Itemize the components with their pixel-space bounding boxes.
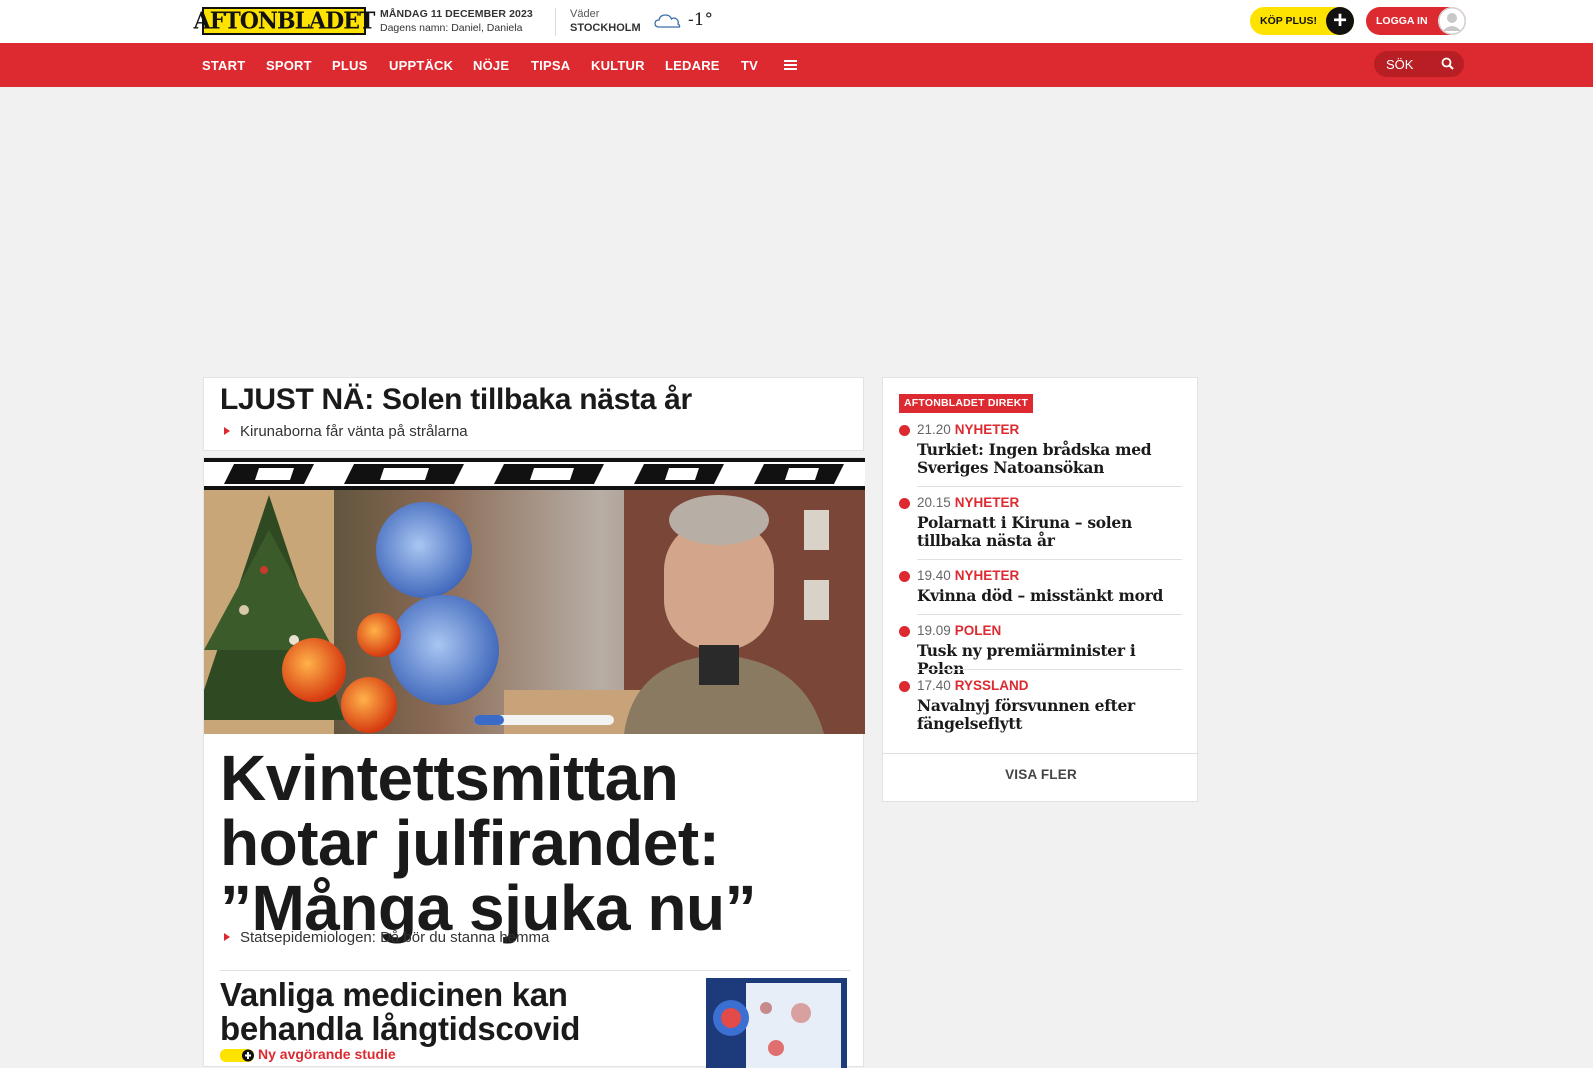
divider xyxy=(555,8,556,36)
second-story-tag-text: Ny avgörande studie xyxy=(258,1046,396,1062)
second-headline[interactable]: Vanliga medicinen kan behandla långtidsc… xyxy=(220,978,680,1046)
feed-category[interactable]: NYHETER xyxy=(955,568,1020,583)
second-story-image[interactable] xyxy=(706,978,847,1068)
top-bar: AFTONBLADET MÅNDAG 11 DECEMBER 2023 Dage… xyxy=(0,0,1593,43)
main-headline[interactable]: Kvintettsmittan hotar julfirandet: ”Mång… xyxy=(220,746,850,941)
weather-widget[interactable]: Väder STOCKHOLM xyxy=(570,8,641,34)
teaser-title[interactable]: LJUST NÄ: Solen tillbaka nästa år xyxy=(220,383,692,417)
login-button[interactable]: LOGGA IN xyxy=(1366,7,1466,35)
main-story-card[interactable]: Kvintettsmittan hotar julfirandet: ”Mång… xyxy=(203,457,865,1068)
feed-headline[interactable]: Navalnyj försvunnen efter fängelseflytt xyxy=(917,697,1179,733)
logo-text: AFTONBLADET xyxy=(193,7,376,35)
extra-banner-graphic xyxy=(204,458,865,490)
hero-image-graphic xyxy=(204,490,865,734)
feed-time: 21.20 xyxy=(917,422,951,437)
weather-city: STOCKHOLM xyxy=(570,22,641,34)
bullet-arrow-icon xyxy=(224,427,230,435)
plus-badge-icon xyxy=(220,1049,254,1062)
nav-noje[interactable]: NÖJE xyxy=(473,58,509,73)
nav-sport[interactable]: SPORT xyxy=(266,58,312,73)
nav-upptack[interactable]: UPPTÄCK xyxy=(389,58,453,73)
teaser-sub[interactable]: Kirunaborna får vänta på strålarna xyxy=(224,423,468,440)
buy-plus-button[interactable]: KÖP PLUS! + xyxy=(1250,7,1354,35)
login-label: LOGGA IN xyxy=(1376,15,1428,27)
nav-kultur[interactable]: KULTUR xyxy=(591,58,645,73)
main-story-sub-text: Statsepidemiologen: Då bör du stanna hem… xyxy=(240,929,550,946)
plus-icon: + xyxy=(1326,7,1354,35)
show-more-button[interactable]: VISA FLER xyxy=(883,767,1199,782)
extra-banner xyxy=(204,458,865,490)
direkt-badge[interactable]: AFTONBLADET DIREKT xyxy=(899,394,1034,413)
bullet-arrow-icon xyxy=(224,933,230,941)
search-button[interactable]: SÖK xyxy=(1374,51,1464,77)
main-navigation: START SPORT PLUS UPPTÄCK NÖJE TIPSA KULT… xyxy=(0,43,1593,87)
partly-cloudy-icon xyxy=(654,14,681,28)
temperature: -1° xyxy=(688,10,714,30)
live-dot-icon xyxy=(899,626,910,637)
feed-headline[interactable]: Tusk ny premiärminister i Polen xyxy=(917,642,1179,678)
divider xyxy=(917,559,1182,560)
user-avatar-icon xyxy=(1438,7,1466,35)
covid-diagram-graphic xyxy=(706,978,847,1068)
feed-time: 17.40 xyxy=(917,678,951,693)
live-dot-icon xyxy=(899,571,910,582)
feed-time: 19.40 xyxy=(917,568,951,583)
nav-tv[interactable]: TV xyxy=(741,58,758,73)
divider xyxy=(917,614,1182,615)
divider xyxy=(917,669,1182,670)
current-date: MÅNDAG 11 DECEMBER 2023 xyxy=(380,8,533,20)
search-label: SÖK xyxy=(1386,57,1414,72)
teaser-card[interactable]: LJUST NÄ: Solen tillbaka nästa år Kiruna… xyxy=(203,377,864,451)
weather-label: Väder xyxy=(570,8,600,20)
nav-tipsa[interactable]: TIPSA xyxy=(531,58,570,73)
feed-category[interactable]: NYHETER xyxy=(955,422,1020,437)
aftonbladet-logo[interactable]: AFTONBLADET xyxy=(194,7,375,35)
nav-plus[interactable]: PLUS xyxy=(332,58,367,73)
nav-start[interactable]: START xyxy=(202,58,245,73)
divider xyxy=(917,486,1182,487)
direkt-feed: AFTONBLADET DIREKT 21.20 NYHETER Turkiet:… xyxy=(882,377,1199,802)
live-dot-icon xyxy=(899,681,910,692)
search-icon xyxy=(1441,57,1454,70)
nav-ledare[interactable]: LEDARE xyxy=(665,58,720,73)
main-story-sub[interactable]: Statsepidemiologen: Då bör du stanna hem… xyxy=(224,929,549,946)
feed-time: 20.15 xyxy=(917,495,951,510)
live-dot-icon xyxy=(899,498,910,509)
hero-image[interactable] xyxy=(204,490,865,734)
buy-plus-label: KÖP PLUS! xyxy=(1260,15,1317,27)
teaser-sub-text: Kirunaborna får vänta på strålarna xyxy=(240,423,468,440)
feed-headline[interactable]: Kvinna död – misstänkt mord xyxy=(917,587,1179,605)
live-dot-icon xyxy=(899,425,910,436)
feed-category[interactable]: POLEN xyxy=(955,623,1002,638)
divider xyxy=(883,753,1199,754)
divider xyxy=(220,970,850,971)
feed-headline[interactable]: Polarnatt i Kiruna – solen tillbaka näst… xyxy=(917,514,1179,550)
feed-headline[interactable]: Turkiet: Ingen brådska med Sveriges Nato… xyxy=(917,441,1179,477)
date-block: MÅNDAG 11 DECEMBER 2023 Dagens namn: Dan… xyxy=(380,8,533,34)
feed-category[interactable]: NYHETER xyxy=(955,495,1020,510)
feed-time: 19.09 xyxy=(917,623,951,638)
feed-category[interactable]: RYSSLAND xyxy=(955,678,1029,693)
ad-placeholder xyxy=(0,87,1593,374)
name-day: Dagens namn: Daniel, Daniela xyxy=(380,22,523,34)
menu-icon[interactable] xyxy=(784,60,797,70)
